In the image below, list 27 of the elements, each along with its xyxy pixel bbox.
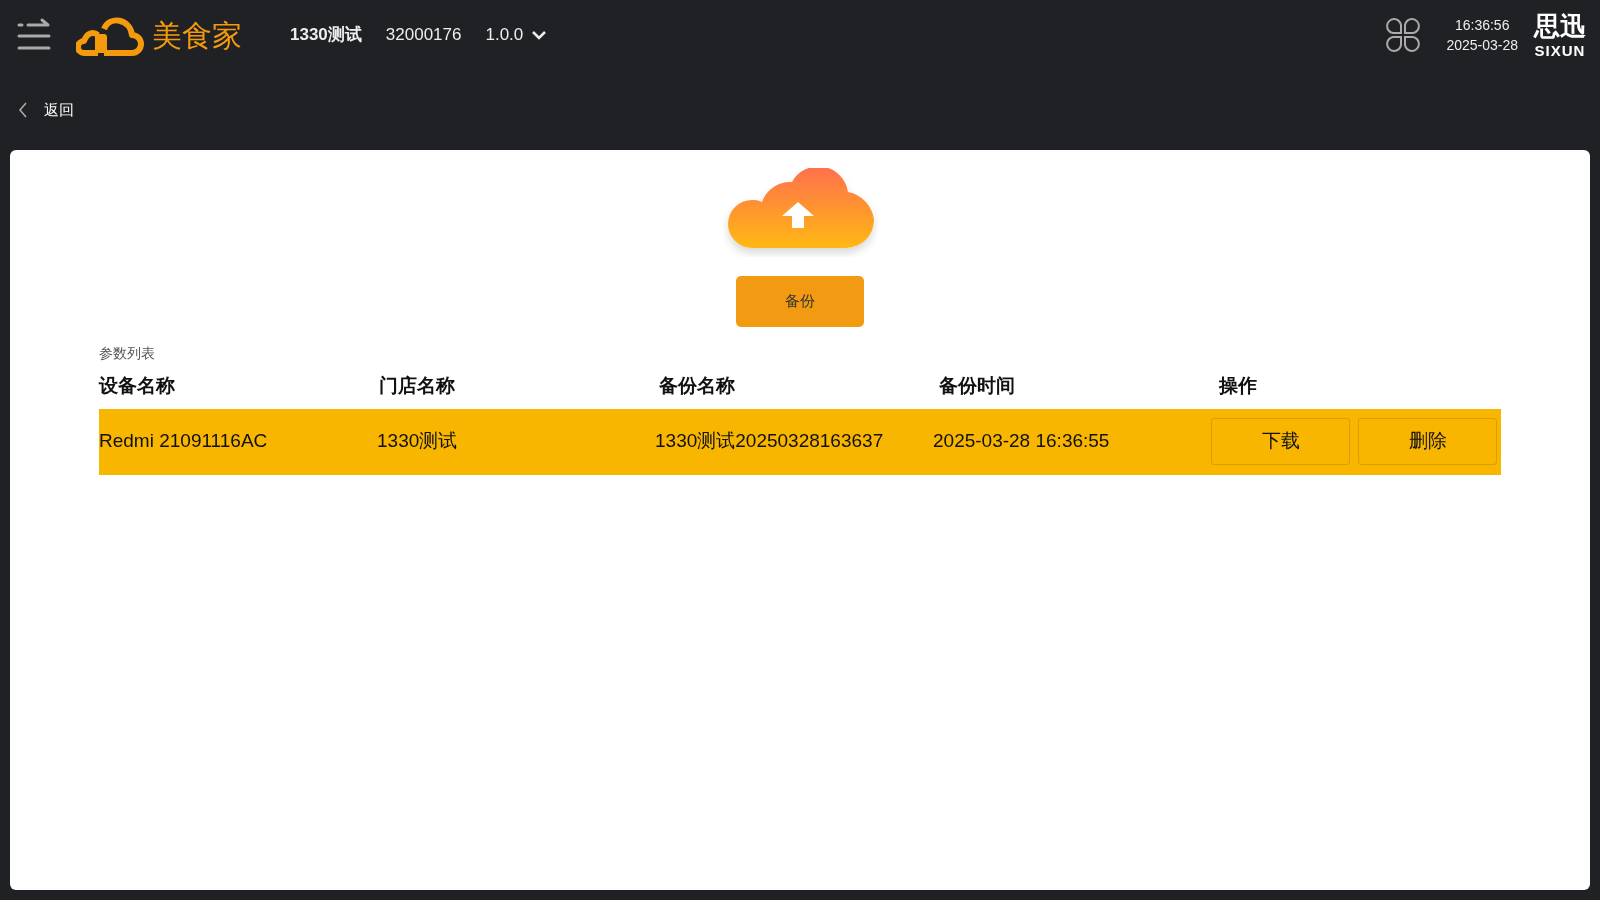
chevron-down-icon [531, 29, 548, 41]
table-caption: 参数列表 [99, 344, 156, 363]
clock-date: 2025-03-28 [1446, 36, 1518, 55]
apps-icon[interactable] [1384, 16, 1423, 54]
table-row[interactable]: Redmi 21091116AC 1330测试 1330测试20250328163637 2025-03-28 16:36:55 下载 删除 [99, 408, 1501, 475]
brand-logo-text: SIXUN [1534, 42, 1586, 58]
menu-icon[interactable] [16, 17, 52, 53]
app-name: 美食家 [152, 17, 242, 54]
column-header: 门店名称 [379, 375, 455, 396]
store-name: 1330测试 [290, 24, 362, 47]
back-button[interactable]: 返回 [18, 98, 74, 122]
delete-button[interactable]: 删除 [1358, 418, 1497, 465]
column-header: 设备名称 [99, 375, 175, 396]
column-header: 备份名称 [659, 375, 735, 396]
table-cell: 1330测试20250328163637 [655, 430, 884, 452]
backup-button[interactable]: 备份 [736, 276, 864, 327]
download-button[interactable]: 下载 [1211, 418, 1350, 465]
column-header: 备份时间 [939, 375, 1015, 396]
table-cell: 2025-03-28 16:36:55 [933, 430, 1110, 452]
table-cell: 1330测试 [377, 430, 458, 452]
store-code: 32000176 [385, 24, 462, 47]
version-dropdown[interactable]: 1.0.0 [485, 22, 548, 48]
brand-logo: 思迅 [1534, 12, 1586, 39]
column-header: 操作 [1219, 375, 1257, 396]
chevron-left-icon [18, 101, 28, 119]
clock-time: 16:36:56 [1453, 15, 1511, 35]
table-cell: Redmi 21091116AC [99, 430, 268, 452]
